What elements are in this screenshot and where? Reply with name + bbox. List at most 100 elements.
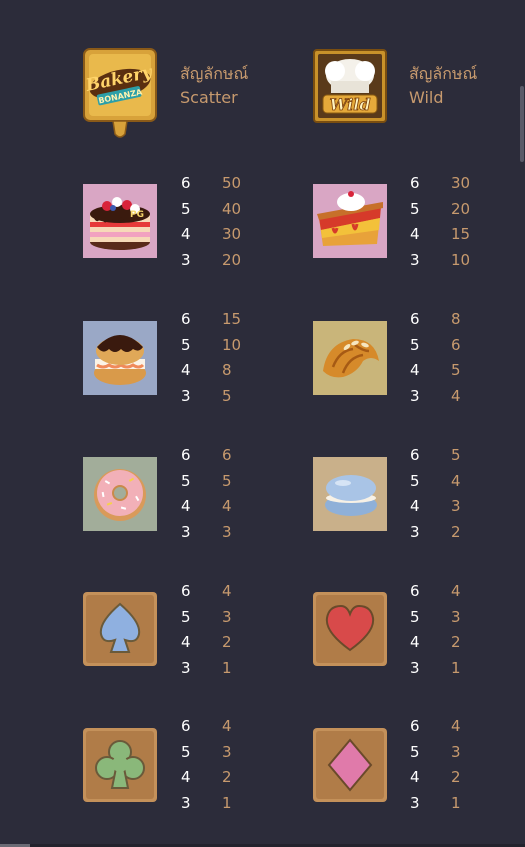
pay-count: 4: [410, 768, 420, 787]
club-pays: 64 53 42 31: [181, 714, 261, 817]
scrollbar-thumb[interactable]: [520, 86, 524, 162]
pay-value: 6: [451, 335, 461, 354]
cake-pays: 6 50 5 40 4 30 3 20: [181, 171, 261, 274]
donut-icon: [83, 457, 157, 531]
pie-slice-icon: [313, 184, 387, 258]
pay-value: 50: [222, 174, 242, 192]
pay-value: 2: [451, 633, 461, 652]
diamond-icon: [313, 728, 387, 802]
pay-value: 3: [451, 742, 461, 761]
pay-value: 30: [451, 174, 471, 192]
pay-value: 3: [222, 742, 232, 761]
pay-count: 3: [181, 387, 191, 406]
scatter-label-name: Scatter: [180, 88, 238, 107]
pay-row: 5 20: [410, 197, 490, 223]
wild-badge-text: Wild: [329, 95, 370, 114]
pay-count: 6: [410, 582, 420, 600]
croissant-icon: [313, 321, 387, 395]
pay-row: 64: [410, 579, 490, 605]
pay-count: 5: [181, 742, 191, 761]
pay-value: 1: [222, 794, 232, 813]
pay-value: 5: [451, 446, 461, 464]
pay-row: 65: [410, 443, 490, 469]
pay-count: 6: [181, 446, 191, 464]
pay-count: 6: [181, 310, 191, 328]
pay-row: 6 15: [181, 307, 261, 333]
pay-value: 4: [451, 582, 461, 600]
pay-value: 4: [451, 471, 461, 490]
chef-hat-wild-icon: Wild: [313, 49, 387, 123]
scatter-label-thai: สัญลักษณ์: [180, 64, 249, 83]
pay-row: 53: [410, 740, 490, 766]
heart-pays: 64 53 42 31: [410, 579, 490, 682]
pay-value: 10: [451, 251, 471, 270]
pay-count: 6: [181, 582, 191, 600]
pay-value: 2: [451, 523, 461, 542]
pay-value: 40: [222, 199, 242, 218]
pay-row: 3 20: [181, 248, 261, 274]
pay-count: 6: [181, 717, 191, 735]
pay-count: 3: [410, 523, 420, 542]
pay-value: 2: [222, 633, 232, 652]
wild-label-name: Wild: [409, 88, 444, 107]
pay-row: 53: [410, 605, 490, 631]
pay-value: 3: [222, 523, 232, 542]
pay-value: 4: [222, 497, 232, 516]
pay-value: 8: [451, 310, 461, 328]
pay-value: 2: [451, 768, 461, 787]
pay-count: 3: [181, 251, 191, 270]
club-symbol: [83, 728, 157, 802]
cream-puff-pays: 6 15 5 10 48 35: [181, 307, 261, 410]
pay-count: 5: [410, 335, 420, 354]
pay-row: 5 10: [181, 333, 261, 359]
diamond-symbol: [313, 728, 387, 802]
pay-row: 31: [181, 656, 261, 682]
pay-count: 3: [181, 794, 191, 813]
pay-count: 5: [181, 199, 191, 218]
pay-value: 20: [451, 199, 471, 218]
pay-row: 55: [181, 469, 261, 495]
pay-value: 10: [222, 335, 242, 354]
club-icon: [83, 728, 157, 802]
pay-count: 5: [181, 607, 191, 626]
pay-row: 31: [410, 656, 490, 682]
pay-value: 1: [222, 659, 232, 678]
pay-row: 64: [181, 579, 261, 605]
pay-value: 3: [222, 607, 232, 626]
pay-value: 15: [222, 310, 242, 328]
pay-row: 53: [181, 740, 261, 766]
pay-row: 53: [181, 605, 261, 631]
pay-value: 8: [222, 361, 232, 380]
pay-count: 3: [181, 659, 191, 678]
pay-value: 3: [451, 497, 461, 516]
wild-symbol: Wild: [313, 49, 387, 123]
pay-count: 4: [181, 225, 191, 244]
scrollbar[interactable]: [520, 0, 525, 847]
pay-value: 20: [222, 251, 242, 270]
pay-count: 5: [410, 742, 420, 761]
pay-row: 31: [181, 791, 261, 817]
pay-row: 35: [181, 384, 261, 410]
pay-count: 4: [181, 633, 191, 652]
pay-value: 1: [451, 794, 461, 813]
pay-row: 3 10: [410, 248, 490, 274]
pay-count: 3: [410, 659, 420, 678]
pay-value: 30: [222, 225, 242, 244]
pay-count: 6: [410, 310, 420, 328]
pay-count: 3: [410, 387, 420, 406]
wild-label-thai: สัญลักษณ์: [409, 64, 478, 83]
pay-row: 45: [410, 358, 490, 384]
pay-value: 4: [222, 717, 232, 735]
spade-symbol: [83, 592, 157, 666]
pay-count: 4: [410, 497, 420, 516]
scatter-label: สัญลักษณ์ Scatter: [180, 62, 248, 110]
paytable: Bakery BONANZA สัญลักษณ์ Scatter Wild สั…: [0, 0, 525, 847]
pay-value: 4: [451, 717, 461, 735]
pay-row: 32: [410, 520, 490, 546]
pay-row: 34: [410, 384, 490, 410]
spade-pays: 64 53 42 31: [181, 579, 261, 682]
pay-value: 15: [451, 225, 471, 244]
pay-row: 56: [410, 333, 490, 359]
pay-row: 68: [410, 307, 490, 333]
cream-puff-symbol: [83, 321, 157, 395]
